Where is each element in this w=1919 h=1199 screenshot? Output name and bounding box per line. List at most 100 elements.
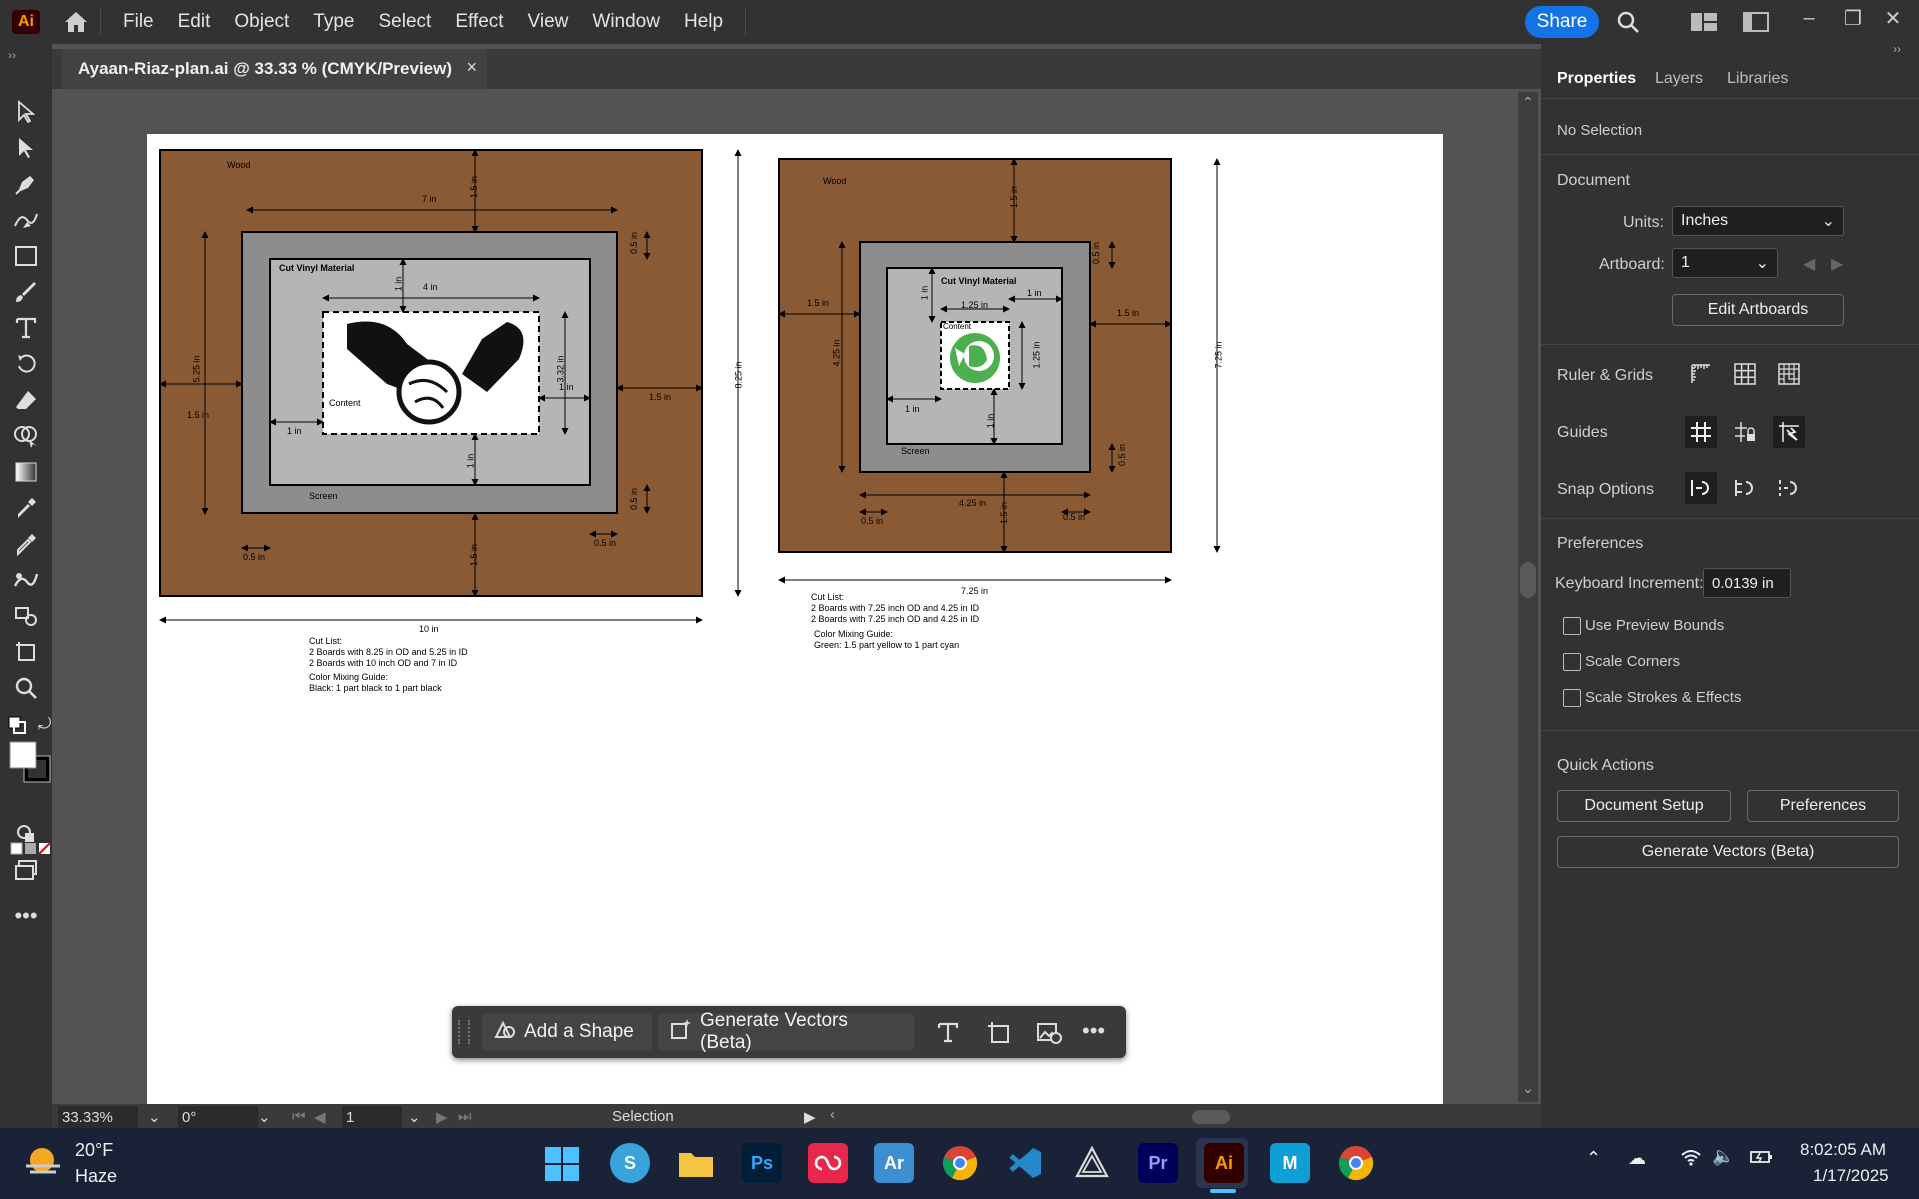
snap-to-pixel-icon[interactable]: [1729, 472, 1761, 504]
home-icon[interactable]: [62, 8, 90, 36]
collapse-toolbar-icon[interactable]: ››: [8, 48, 16, 62]
generate-vectors-button[interactable]: Generate Vectors (Beta): [658, 1010, 914, 1053]
tab-properties[interactable]: Properties: [1557, 70, 1636, 88]
clock-time[interactable]: 8:02:05 AM: [1800, 1140, 1886, 1160]
next-artboard-icon[interactable]: ▶: [436, 1108, 448, 1126]
clock-date[interactable]: 1/17/2025: [1813, 1166, 1889, 1186]
premiere-app-icon[interactable]: Pr: [1138, 1143, 1178, 1183]
menu-window[interactable]: Window: [580, 0, 672, 44]
draw-mode-icon[interactable]: [10, 818, 42, 850]
eraser-tool-icon[interactable]: [10, 384, 42, 416]
chrome-icon[interactable]: [1336, 1143, 1376, 1183]
ruler-icon[interactable]: [1685, 358, 1717, 390]
aero-app-icon[interactable]: Ar: [874, 1143, 914, 1183]
units-select[interactable]: Inches ⌄: [1672, 206, 1844, 236]
scroll-left-icon[interactable]: ‹: [830, 1106, 835, 1123]
windows-start-icon[interactable]: [544, 1146, 580, 1187]
creative-cloud-icon[interactable]: [808, 1143, 848, 1183]
lock-guides-icon[interactable]: [1729, 416, 1761, 448]
rotation-field[interactable]: 0°: [178, 1106, 258, 1128]
zoom-field[interactable]: 33.33%: [58, 1106, 138, 1128]
tray-overflow-icon[interactable]: ⌃: [1586, 1148, 1601, 1169]
smart-guides-icon[interactable]: [1773, 416, 1805, 448]
first-artboard-icon[interactable]: ⏮: [292, 1108, 306, 1125]
weather-icon[interactable]: [24, 1142, 64, 1183]
zoom-tool-icon[interactable]: [10, 672, 42, 704]
onedrive-icon[interactable]: ☁: [1628, 1148, 1646, 1169]
share-button[interactable]: Share: [1525, 6, 1599, 38]
more-tools-icon[interactable]: •••: [10, 900, 42, 932]
use-preview-bounds-checkbox[interactable]: [1563, 617, 1581, 635]
menu-effect[interactable]: Effect: [443, 0, 515, 44]
rectangle-tool-icon[interactable]: [10, 240, 42, 272]
artboard-dropdown-icon[interactable]: ⌄: [408, 1108, 421, 1126]
menu-help[interactable]: Help: [672, 0, 735, 44]
next-artboard-panel-icon[interactable]: ▶: [1831, 254, 1843, 274]
minimize-icon[interactable]: –: [1792, 4, 1826, 32]
vertical-scroll-thumb[interactable]: [1520, 562, 1536, 598]
menu-object[interactable]: Object: [222, 0, 301, 44]
menu-edit[interactable]: Edit: [166, 0, 223, 44]
transparency-grid-icon[interactable]: [1773, 358, 1805, 390]
panel-generate-vectors-button[interactable]: Generate Vectors (Beta): [1557, 836, 1899, 868]
wifi-icon[interactable]: [1680, 1148, 1702, 1171]
collapse-panel-icon[interactable]: ››: [1893, 42, 1901, 56]
menu-select[interactable]: Select: [367, 0, 444, 44]
snap-to-glyph-icon[interactable]: [1773, 472, 1805, 504]
more-options-icon[interactable]: •••: [1082, 1018, 1105, 1044]
grid-icon[interactable]: [1729, 358, 1761, 390]
screen-mode-icon[interactable]: [10, 854, 42, 886]
vscode-icon[interactable]: [1006, 1143, 1046, 1183]
last-artboard-icon[interactable]: ⏭: [458, 1108, 472, 1125]
vertical-scrollbar[interactable]: ⌃ ⌄: [1518, 92, 1538, 1102]
add-shape-button[interactable]: Add a Shape: [482, 1013, 652, 1051]
preferences-button[interactable]: Preferences: [1747, 790, 1899, 822]
text-tool-icon[interactable]: [936, 1020, 960, 1049]
swap-fill-stroke-icon[interactable]: ⤾: [38, 716, 56, 734]
selection-tool-icon[interactable]: [10, 96, 42, 128]
type-tool-icon[interactable]: [10, 312, 42, 344]
shape-builder-tool-icon[interactable]: [10, 420, 42, 452]
unity-app-icon[interactable]: [1072, 1143, 1112, 1183]
rotation-dropdown-icon[interactable]: ⌄: [258, 1108, 271, 1126]
default-fill-stroke-icon[interactable]: [8, 716, 26, 734]
keyboard-increment-input[interactable]: 0.0139 in: [1703, 568, 1791, 598]
paintbrush-tool-icon[interactable]: [10, 276, 42, 308]
direct-selection-tool-icon[interactable]: [10, 132, 42, 164]
scroll-up-icon[interactable]: ⌃: [1522, 94, 1534, 111]
document-tab[interactable]: Ayaan-Riaz-plan.ai @ 33.33 % (CMYK/Previ…: [62, 49, 487, 89]
search-icon[interactable]: [1614, 8, 1642, 36]
tab-layers[interactable]: Layers: [1655, 70, 1703, 88]
scale-strokes-checkbox[interactable]: [1563, 689, 1581, 707]
scale-corners-checkbox[interactable]: [1563, 653, 1581, 671]
eyedropper-alt-tool-icon[interactable]: [10, 528, 42, 560]
close-document-icon[interactable]: ×: [466, 57, 477, 78]
fill-stroke-swatch[interactable]: [8, 740, 51, 783]
workspace-icon[interactable]: [1690, 8, 1718, 36]
eyedropper-tool-icon[interactable]: [10, 492, 42, 524]
chrome-icon[interactable]: [940, 1143, 980, 1183]
artboard[interactable]: Wood Cut Vinyl Material Content Screen 7…: [147, 134, 1443, 1104]
artboard-tool-icon[interactable]: [10, 636, 42, 668]
pen-tool-icon[interactable]: [10, 168, 42, 200]
menu-type[interactable]: Type: [301, 0, 366, 44]
artboard-nav-field[interactable]: 1: [342, 1106, 402, 1128]
gradient-tool-icon[interactable]: [10, 456, 42, 488]
place-image-icon[interactable]: [1036, 1020, 1062, 1049]
prev-artboard-panel-icon[interactable]: ◀: [1803, 254, 1815, 274]
volume-icon[interactable]: 🔈: [1712, 1146, 1734, 1167]
arrange-documents-icon[interactable]: [1742, 8, 1770, 36]
document-setup-button[interactable]: Document Setup: [1557, 790, 1731, 822]
photoshop-app-icon[interactable]: Ps: [742, 1143, 782, 1183]
symbol-sprayer-tool-icon[interactable]: [10, 600, 42, 632]
menu-view[interactable]: View: [516, 0, 581, 44]
zoom-dropdown-icon[interactable]: ⌄: [148, 1108, 161, 1126]
artboard-select[interactable]: 1 ⌄: [1672, 248, 1778, 278]
puppet-warp-tool-icon[interactable]: [10, 564, 42, 596]
battery-icon[interactable]: [1750, 1148, 1774, 1171]
scroll-down-icon[interactable]: ⌄: [1522, 1080, 1534, 1097]
file-explorer-icon[interactable]: [676, 1143, 716, 1183]
edit-artboards-button[interactable]: Edit Artboards: [1672, 294, 1844, 326]
illustrator-app-icon[interactable]: Ai: [1204, 1143, 1244, 1183]
horizontal-scroll-thumb[interactable]: [1192, 1110, 1230, 1124]
